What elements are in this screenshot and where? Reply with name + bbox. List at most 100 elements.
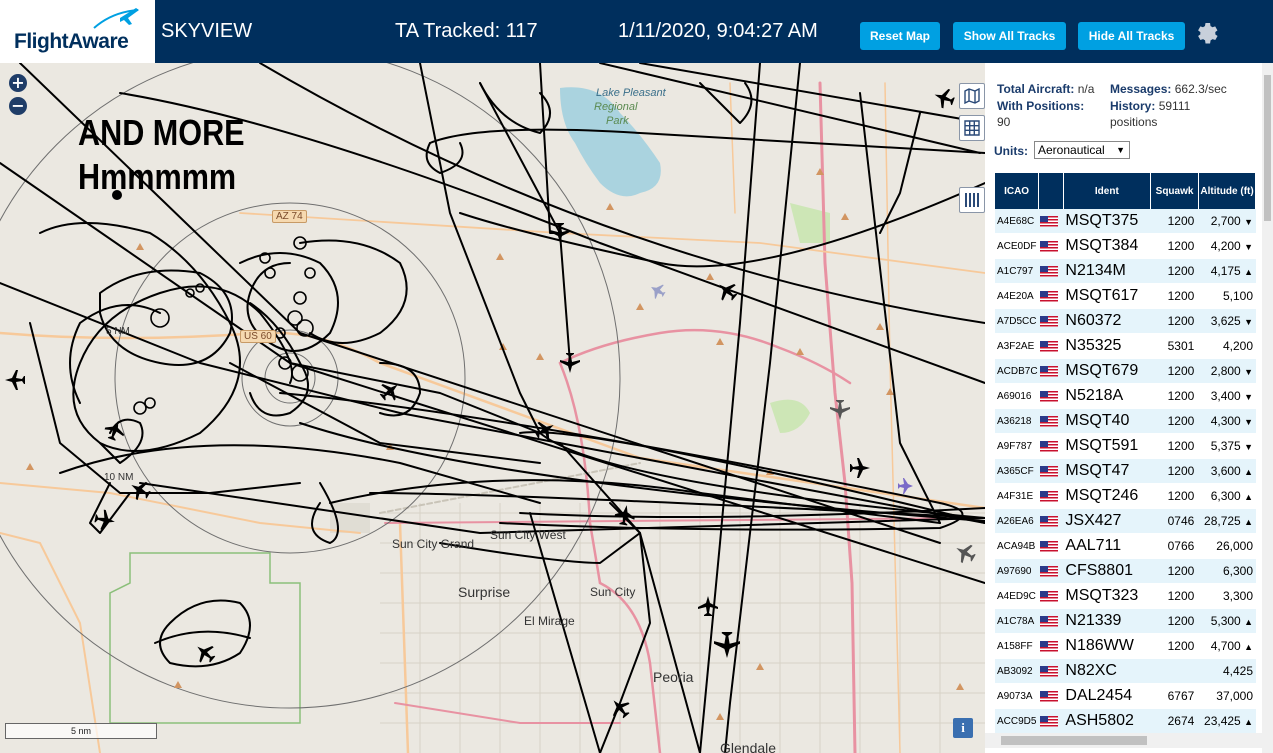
table-row[interactable]: A97690 CFS8801 1200 6,300 [995,559,1256,584]
surprise-label: Surprise [458,584,511,600]
altitude-cell: 6,300 [1198,564,1256,578]
altitude-value: 6,300 [1222,564,1253,578]
icao-cell: A36218 [997,415,1032,427]
country-flag-icon [1039,540,1063,552]
table-row[interactable]: ACE0DF MSQT384 1200 4,200 ▼ [995,234,1256,259]
with-positions: With Positions: 90 [997,98,1107,130]
table-row[interactable]: A4ED9C MSQT323 1200 3,300 [995,584,1256,609]
table-row[interactable]: A3F2AE N35325 5301 4,200 [995,334,1256,359]
altitude-trend-icon: ▼ [1244,392,1253,402]
table-row[interactable]: A4E20A MSQT617 1200 5,100 [995,284,1256,309]
horizontal-scroll-thumb[interactable] [1001,736,1147,745]
hide-all-tracks-button[interactable]: Hide All Tracks [1078,22,1185,50]
app-title: SKYVIEW [161,20,253,42]
vertical-scroll-thumb[interactable] [1264,75,1271,221]
icao-cell: A365CF [997,465,1034,477]
ident-cell: DAL2454 [1065,687,1133,704]
panel-horizontal-scrollbar[interactable] [985,733,1262,748]
us-flag-icon [1039,665,1058,677]
squawk-cell: 6767 [1167,689,1195,703]
table-row[interactable]: A4F31E MSQT246 1200 6,300 ▲ [995,484,1256,509]
table-row[interactable]: A69016 N5218A 1200 3,400 ▼ [995,384,1256,409]
us60-badge: US 60 [240,330,276,343]
altitude-cell: 4,200 [1198,339,1256,353]
park-label: Park [606,115,629,127]
us-flag-icon [1039,515,1058,527]
table-row[interactable]: A4E68C MSQT375 1200 2,700 ▼ [995,209,1256,234]
col-icao[interactable]: ICAO [995,173,1040,209]
table-row[interactable]: ACDB7C MSQT679 1200 2,800 ▼ [995,359,1256,384]
us-flag-icon [1039,490,1058,502]
table-row[interactable]: ACC9D5 ASH5802 2674 23,425 ▲ [995,709,1256,734]
squawk-cell: 1200 [1167,364,1195,378]
table-row[interactable]: A9073A DAL2454 6767 37,000 [995,684,1256,709]
messages-value: 662.3/sec [1174,82,1227,96]
col-flag[interactable] [1039,173,1064,209]
icao-cell: A4E68C [997,215,1035,227]
units-dropdown[interactable]: Aeronautical ▼ [1034,141,1130,159]
show-all-tracks-button[interactable]: Show All Tracks [953,22,1066,50]
us-flag-icon [1039,690,1058,702]
panel-vertical-scrollbar[interactable] [1262,63,1273,753]
us-flag-icon [1039,640,1058,652]
peoria-label: Peoria [653,669,694,685]
reset-map-button[interactable]: Reset Map [860,22,940,50]
grid-toggle-button[interactable] [959,115,985,141]
zoom-out-button[interactable]: − [9,97,27,115]
altitude-cell: 5,100 [1198,289,1256,303]
altitude-cell: 3,400 ▼ [1198,389,1256,403]
map-layers-button[interactable] [959,83,985,109]
info-icon[interactable]: i [953,718,973,738]
icao-cell: A4ED9C [997,590,1036,602]
ident-cell: MSQT384 [1065,237,1139,254]
country-flag-icon [1039,265,1063,277]
table-row[interactable]: A7D5CC N60372 1200 3,625 ▼ [995,309,1256,334]
ident-cell: MSQT591 [1065,437,1139,454]
ident-cell: N35325 [1065,337,1122,354]
squawk-cell: 1200 [1167,414,1195,428]
country-flag-icon [1039,590,1063,602]
table-row[interactable]: ACA94B AAL711 0766 26,000 [995,534,1256,559]
us-flag-icon [1039,340,1058,352]
map-view[interactable]: Lake Pleasant Regional Park Sun City Gra… [0,63,985,753]
columns-toggle-button[interactable] [959,187,985,213]
table-row[interactable]: A1C78A N21339 1200 5,300 ▲ [995,609,1256,634]
table-row[interactable]: A158FF N186WW 1200 4,700 ▲ [995,634,1256,659]
icao-cell: ACA94B [997,540,1036,552]
country-flag-icon [1039,665,1063,677]
icao-cell: ACDB7C [997,365,1038,377]
altitude-trend-icon: ▲ [1244,467,1253,477]
country-flag-icon [1039,690,1063,702]
us-flag-icon [1039,290,1058,302]
ident-cell: N82XC [1065,662,1117,679]
us-flag-icon [1039,390,1058,402]
settings-gear-icon[interactable] [1194,20,1220,46]
col-squawk[interactable]: Squawk [1151,173,1200,209]
ident-cell: N186WW [1065,637,1134,654]
altitude-cell: 3,625 ▼ [1198,314,1256,328]
ident-cell: MSQT40 [1065,412,1130,429]
ident-cell: ASH5802 [1065,712,1134,729]
country-flag-icon [1039,365,1063,377]
table-row[interactable]: AB3092 N82XC 4,425 [995,659,1256,684]
flightaware-logo[interactable]: FlightAware [0,0,155,63]
table-row[interactable]: A36218 MSQT40 1200 4,300 ▼ [995,409,1256,434]
table-row[interactable]: A9F787 MSQT591 1200 5,375 ▼ [995,434,1256,459]
table-row[interactable]: A1C797 N2134M 1200 4,175 ▲ [995,259,1256,284]
icao-cell: A69016 [997,390,1032,402]
squawk-cell: 1200 [1167,589,1195,603]
map-icon [964,88,980,104]
table-row[interactable]: A26EA6 JSX427 0746 28,725 ▲ [995,509,1256,534]
total-aircraft-value: n/a [1077,82,1095,96]
altitude-value: 4,300 [1210,414,1241,428]
zoom-in-button[interactable]: + [9,74,27,92]
col-altitude[interactable]: Altitude (ft) [1199,173,1256,209]
highway-17 [818,81,857,753]
logo-plane-icon [93,8,139,29]
altitude-cell: 28,725 ▲ [1198,514,1256,528]
col-ident[interactable]: Ident [1064,173,1152,209]
us-flag-icon [1039,465,1058,477]
table-row[interactable]: A365CF MSQT47 1200 3,600 ▲ [995,459,1256,484]
altitude-cell: 26,000 [1198,539,1256,553]
ident-cell: MSQT47 [1065,462,1130,479]
